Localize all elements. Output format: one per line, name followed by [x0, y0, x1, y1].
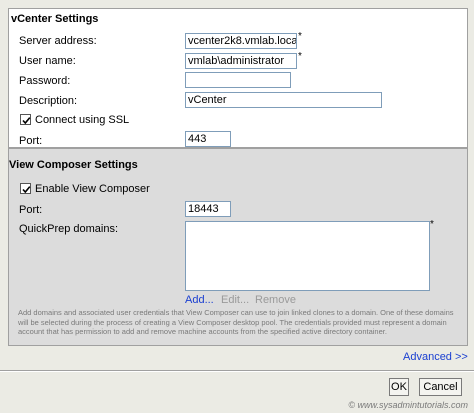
remove-domain-link[interactable]: Remove	[255, 294, 296, 306]
password-input[interactable]	[185, 72, 291, 88]
description-label: Description:	[19, 95, 78, 107]
vcenter-server-dialog: vCenter Settings Server address: vcenter…	[0, 0, 474, 413]
enable-view-composer-label: Enable View Composer	[35, 183, 150, 195]
quickprep-help-text: Add domains and associated user credenti…	[18, 308, 454, 336]
cancel-button[interactable]: Cancel	[419, 378, 462, 396]
vcenter-settings-panel: vCenter Settings Server address: vcenter…	[8, 8, 468, 148]
ok-button[interactable]: OK	[389, 378, 409, 396]
checkmark-icon	[22, 186, 31, 194]
watermark: © www.sysadmintutorials.com	[348, 400, 468, 410]
composer-port-label: Port:	[19, 204, 43, 216]
footer-divider-highlight	[0, 371, 474, 372]
username-required-marker: *	[298, 51, 302, 62]
advanced-link[interactable]: Advanced >>	[403, 351, 468, 363]
vcenter-settings-header: vCenter Settings	[11, 13, 99, 25]
ssl-checkbox[interactable]	[20, 114, 31, 125]
user-name-label: User name:	[19, 55, 76, 67]
checkmark-icon	[22, 117, 31, 125]
composer-port-input[interactable]: 18443	[185, 201, 231, 217]
ssl-label: Connect using SSL	[35, 114, 130, 126]
description-input[interactable]: vCenter	[185, 92, 382, 108]
vcenter-port-input[interactable]: 443	[185, 131, 231, 147]
server-required-marker: *	[298, 31, 302, 42]
quickprep-domains-list[interactable]	[185, 221, 430, 291]
view-composer-settings-header: View Composer Settings	[9, 159, 138, 171]
password-label: Password:	[19, 75, 71, 87]
edit-domain-link[interactable]: Edit...	[221, 294, 249, 306]
quickprep-required-marker: *	[430, 219, 434, 230]
view-composer-settings-panel: View Composer Settings Enable View Compo…	[8, 148, 468, 346]
server-address-input[interactable]: vcenter2k8.vmlab.local	[185, 33, 297, 49]
quickprep-domains-label: QuickPrep domains:	[19, 223, 119, 235]
vcenter-port-label: Port:	[19, 135, 43, 147]
enable-view-composer-checkbox[interactable]	[20, 183, 31, 194]
user-name-input[interactable]: vmlab\administrator	[185, 53, 297, 69]
server-address-label: Server address:	[19, 35, 97, 47]
add-domain-link[interactable]: Add...	[185, 294, 214, 306]
